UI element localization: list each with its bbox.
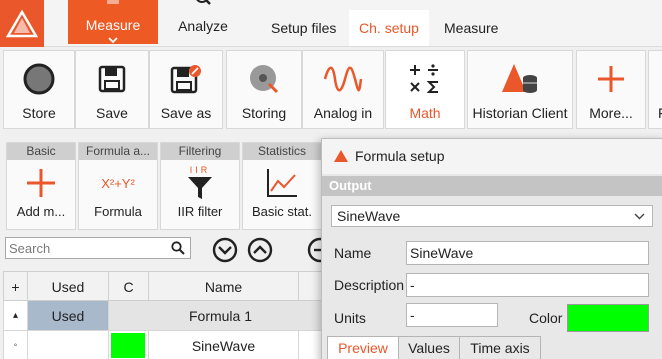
plus-icon	[577, 61, 645, 97]
plus-icon	[7, 165, 75, 201]
group-collapse-toggle[interactable]: ▴	[3, 301, 28, 331]
logo-icon	[6, 9, 38, 37]
tab-measure-main[interactable]: Measure	[68, 0, 158, 44]
group-used-cell[interactable]: Used	[28, 301, 109, 331]
basic-statistics-button[interactable]: Statistics Basic stat.	[242, 142, 322, 230]
app-logo[interactable]	[0, 0, 44, 47]
units-label: Units	[334, 310, 366, 326]
channel-table: + Used C Name ▴ Used Formula 1 ◦ SineWav…	[3, 271, 333, 359]
name-label: Name	[334, 245, 372, 261]
scroll-up-button[interactable]	[247, 237, 273, 266]
group-statistics-header: Statistics	[243, 143, 321, 160]
name-field[interactable]: SineWave	[406, 241, 649, 265]
iir-filter-button[interactable]: Filtering IIR IIR filter	[160, 142, 240, 230]
formula-icon: X²+Y²	[79, 165, 157, 201]
tab-measure-main-label: Measure	[85, 17, 141, 33]
color-label: Color	[529, 310, 563, 326]
circle-chevron-up-icon	[247, 237, 273, 263]
description-label: Description	[334, 277, 405, 293]
ribbon-toolbar: Store Save Save as Storing Analog in Mat…	[0, 48, 662, 131]
sine-wave-icon	[303, 61, 383, 97]
iir-icon-text: IIR	[189, 164, 211, 175]
column-header-name[interactable]: Name	[149, 271, 299, 301]
line-chart-icon	[243, 165, 321, 201]
scroll-down-button[interactable]	[212, 237, 238, 266]
group-formula-header: Formula a...	[79, 143, 157, 160]
tab-ch-setup[interactable]: Ch. setup	[349, 10, 429, 46]
dialog-title: Formula setup	[355, 148, 445, 164]
more-button[interactable]: More...	[576, 50, 646, 129]
tab-measure[interactable]: Measure	[436, 10, 506, 46]
math-button[interactable]: Math	[385, 50, 465, 129]
description-field[interactable]: -	[406, 273, 649, 297]
math-label: Math	[409, 105, 441, 121]
storing-label: Storing	[241, 105, 287, 121]
chevron-down-icon	[108, 32, 118, 47]
tab-time-axis[interactable]: Time axis	[459, 336, 541, 359]
historian-database-icon	[468, 61, 572, 97]
floppy-icon	[76, 61, 148, 97]
dialog-title-bar[interactable]: Formula setup	[322, 139, 662, 174]
historian-client-button[interactable]: Historian Client	[467, 50, 573, 129]
basic-statistics-label: Basic stat.	[252, 204, 312, 219]
formula-icon-text: X²+Y²	[101, 175, 135, 191]
group-basic-header: Basic	[7, 143, 75, 160]
measure-icon	[105, 0, 121, 9]
logo-icon	[333, 149, 349, 166]
save-button[interactable]: Save	[75, 50, 149, 129]
storing-button[interactable]: Storing	[226, 50, 302, 129]
formula-label: Formula	[94, 204, 142, 219]
save-as-icon	[150, 61, 222, 97]
store-button[interactable]: Store	[3, 50, 75, 129]
add-math-button[interactable]: Basic Add m...	[6, 142, 76, 230]
iir-filter-label: IIR filter	[177, 204, 223, 219]
search-input[interactable]	[9, 240, 167, 256]
tab-analyze-label: Analyze	[178, 18, 228, 34]
channel-name-cell[interactable]: SineWave	[149, 331, 299, 359]
channel-color-cell[interactable]	[109, 331, 149, 359]
color-picker[interactable]	[567, 304, 649, 332]
top-bar: Measure Analyze Setup files Ch. setup Me…	[0, 0, 662, 47]
save-as-button[interactable]: Save as	[149, 50, 223, 129]
disk-icon	[227, 61, 301, 97]
channel-color-swatch	[111, 333, 145, 358]
formula-button[interactable]: Formula a... X²+Y² Formula	[78, 142, 158, 230]
column-header-used[interactable]: Used	[28, 271, 109, 301]
math-operators-icon	[386, 61, 464, 97]
circle-chevron-down-icon	[212, 237, 238, 263]
save-label: Save	[96, 105, 128, 121]
output-select-value: SineWave	[337, 208, 401, 224]
filter-funnel-icon: IIR	[161, 165, 239, 201]
output-select[interactable]: SineWave	[331, 205, 653, 227]
search-box	[5, 237, 191, 259]
chevron-down-icon	[634, 206, 645, 231]
column-header-color[interactable]: C	[109, 271, 149, 301]
search-icon[interactable]	[171, 241, 185, 258]
output-section-header: Output	[322, 176, 662, 196]
formula-setup-dialog: Formula setup Output SineWave Name SineW…	[321, 138, 662, 359]
more-label: More...	[589, 105, 633, 121]
store-label: Store	[22, 105, 56, 121]
overflow-button[interactable]: F	[648, 50, 662, 129]
add-math-label: Add m...	[16, 204, 66, 219]
tab-setup-files[interactable]: Setup files	[263, 10, 344, 46]
magnifier-icon	[194, 0, 212, 9]
save-as-label: Save as	[160, 105, 212, 121]
historian-client-label: Historian Client	[472, 105, 568, 121]
record-icon	[4, 61, 74, 97]
group-filtering-header: Filtering	[161, 143, 239, 160]
group-name-cell: Formula 1	[109, 301, 333, 331]
tab-analyze[interactable]: Analyze	[170, 0, 236, 44]
column-header-expand[interactable]: +	[3, 271, 28, 301]
tab-values[interactable]: Values	[398, 336, 460, 359]
analog-in-label: Analog in	[313, 105, 373, 121]
units-field[interactable]: -	[406, 303, 498, 327]
tab-preview[interactable]: Preview	[327, 336, 399, 359]
channel-used-cell[interactable]	[28, 331, 109, 359]
overflow-label: F	[649, 105, 662, 121]
analog-in-button[interactable]: Analog in	[302, 50, 384, 129]
row-marker: ◦	[3, 331, 28, 359]
